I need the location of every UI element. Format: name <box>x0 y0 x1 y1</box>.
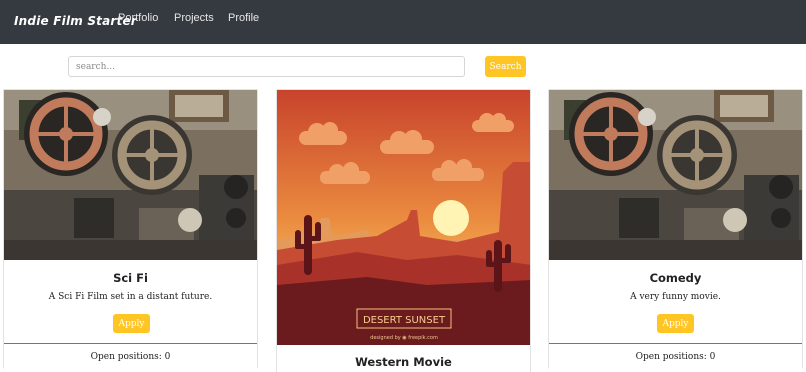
image-credit-text: designed by ◉ freepik.com <box>370 335 438 341</box>
open-positions-footer: Open positions: 0 <box>549 343 802 369</box>
card-title: Comedy <box>649 271 702 285</box>
card-image-desert-sunset: DESERT SUNSET designed by ◉ freepik.com <box>277 90 530 345</box>
project-card-western-movie: DESERT SUNSET designed by ◉ freepik.com … <box>276 89 531 372</box>
apply-button[interactable]: Apply <box>113 314 150 333</box>
project-card-comedy: Comedy A very funny movie. Apply Open po… <box>548 89 803 369</box>
card-description: A very funny movie. <box>630 292 721 302</box>
image-caption-text: DESERT SUNSET <box>363 315 446 326</box>
card-title: Sci Fi <box>113 271 148 285</box>
card-title: Western Movie <box>355 355 452 369</box>
film-projector-illustration <box>4 90 257 260</box>
search-button[interactable]: Search <box>485 56 526 77</box>
card-description: A Sci Fi Film set in a distant future. <box>48 292 213 302</box>
nav-link-projects[interactable]: Projects <box>174 12 214 24</box>
navbar: Indie Film Starter Portfolio Projects Pr… <box>0 0 806 44</box>
film-projector-illustration <box>549 90 802 260</box>
search-input[interactable] <box>68 56 465 77</box>
project-card-sci-fi: Sci Fi A Sci Fi Film set in a distant fu… <box>3 89 258 369</box>
nav-link-portfolio[interactable]: Portfolio <box>118 12 158 24</box>
nav-link-profile[interactable]: Profile <box>228 12 259 24</box>
apply-button[interactable]: Apply <box>657 314 694 333</box>
card-image-film-projector <box>4 90 257 260</box>
open-positions-footer: Open positions: 0 <box>4 343 257 369</box>
card-image-film-projector <box>549 90 802 260</box>
desert-sunset-illustration: DESERT SUNSET designed by ◉ freepik.com <box>277 90 530 345</box>
